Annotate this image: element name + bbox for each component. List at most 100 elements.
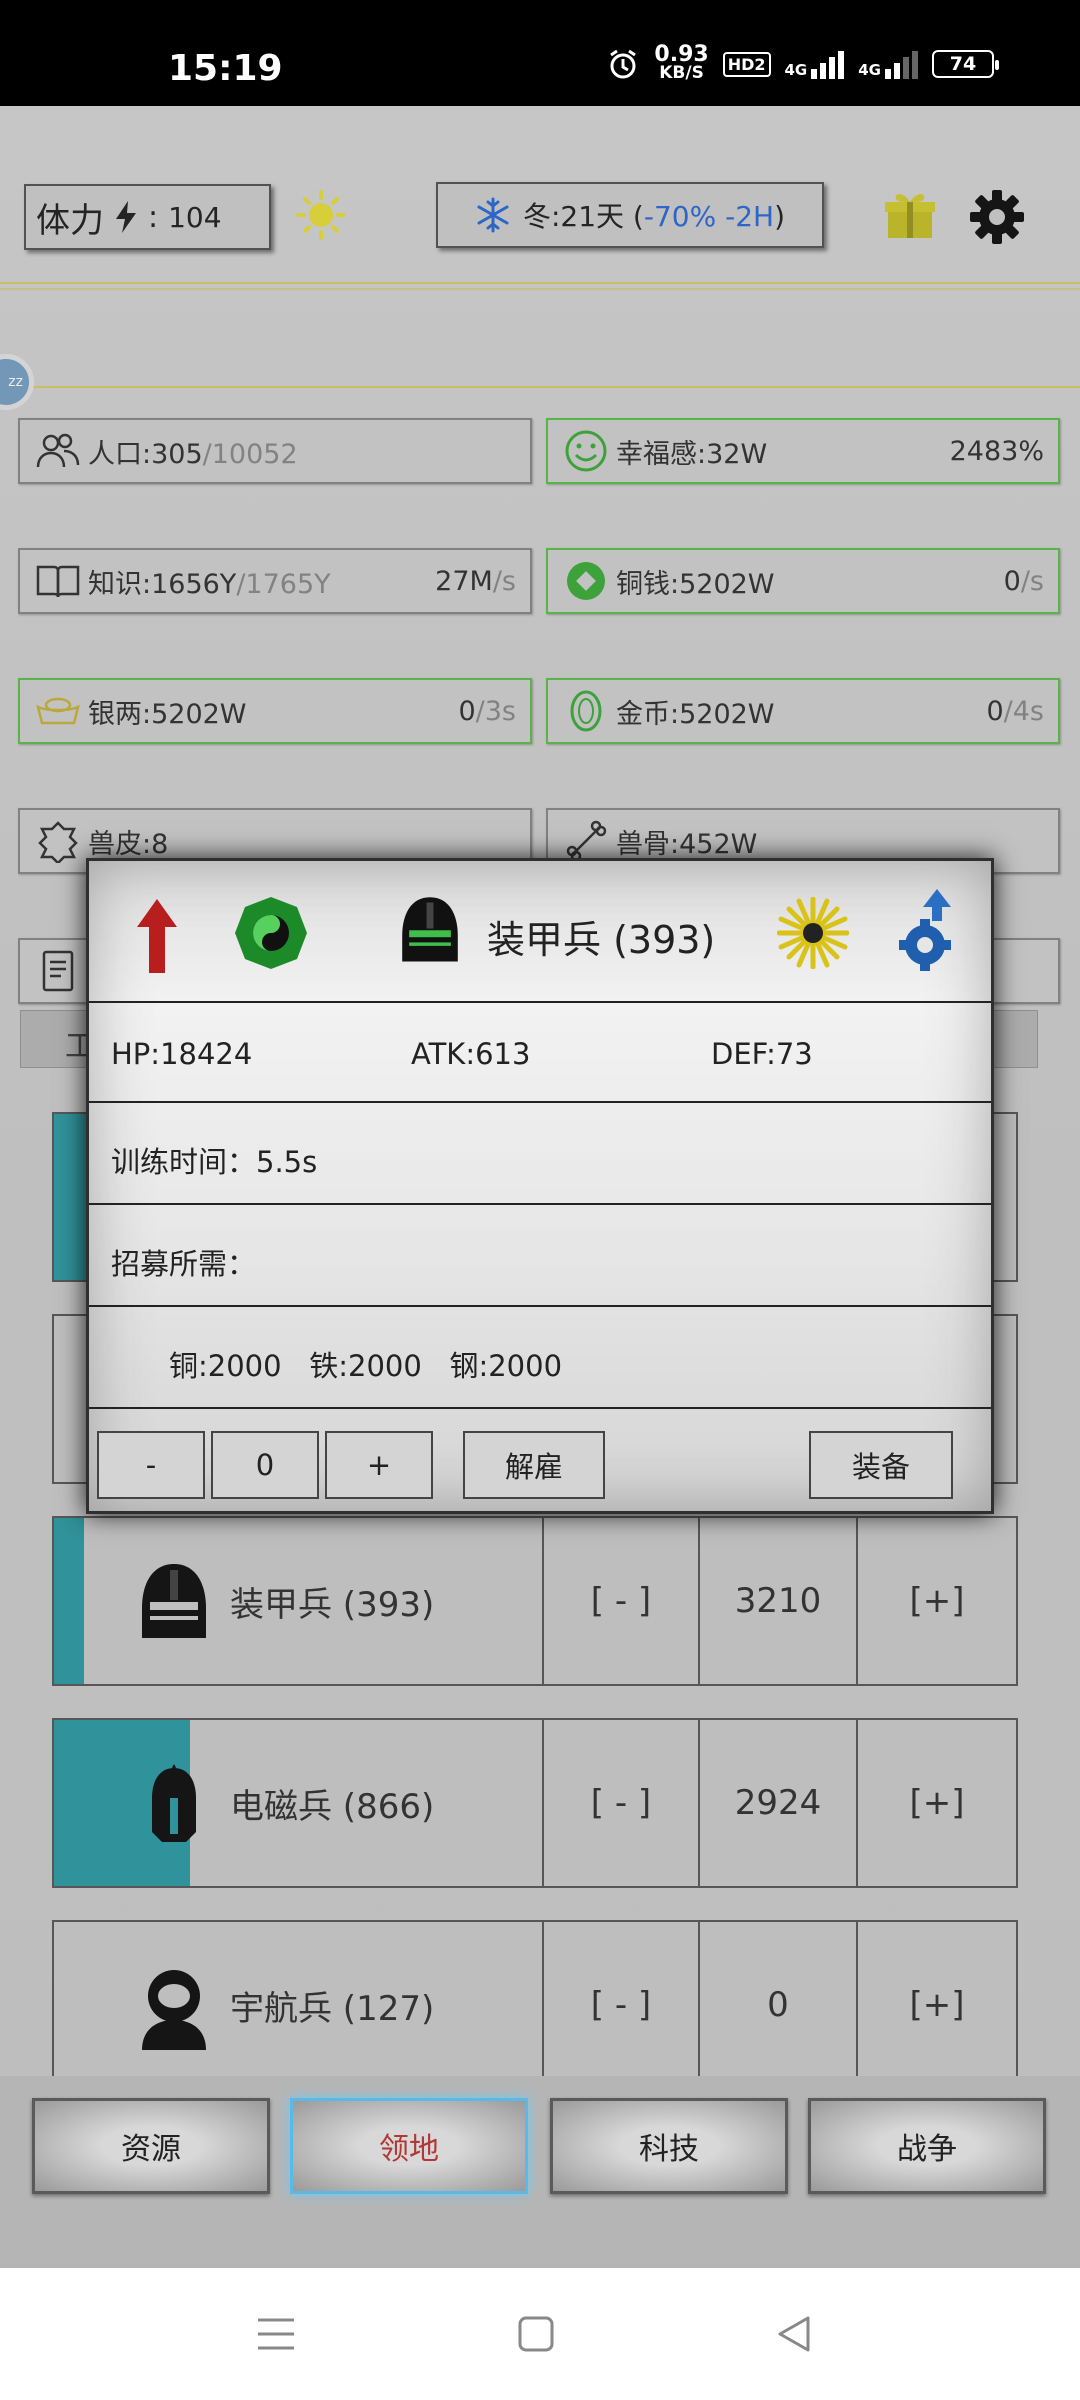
increase-button[interactable]: [+] [856, 1718, 1018, 1888]
resource-book[interactable]: 知识:1656Y/1765Y 27M/s [18, 548, 532, 614]
quantity-plus-button[interactable]: + [325, 1431, 433, 1499]
bagua-icon[interactable] [233, 895, 309, 971]
unit-detail-modal: 装甲兵 (393) HP:18424 ATK:613 DEF:73 训练时间：5… [86, 858, 994, 1514]
recruit-req-row: 招募所需： [89, 1207, 991, 1307]
astronaut-icon [142, 1970, 206, 2050]
quantity-input[interactable]: 0 [211, 1431, 319, 1499]
resource-gold-coin[interactable]: 金币:5202W 0/4s [546, 678, 1060, 744]
status-icons: 0.93 KB/S HD2 4G 4G 74 [606, 42, 999, 83]
signal-icon-2: 4G [858, 49, 918, 79]
divider [0, 288, 1080, 290]
resource-copper-coin[interactable]: 铜钱:5202W 0/s [546, 548, 1060, 614]
train-time: 训练时间：5.5s [111, 1145, 318, 1179]
decrease-button[interactable]: [ - ] [542, 1718, 700, 1888]
nav-territory[interactable]: 领地 [290, 2098, 528, 2194]
unit-name-cell[interactable]: 电磁兵 (866) [52, 1718, 544, 1888]
resource-label: 金币:5202W [616, 698, 775, 730]
recruit-req-label: 招募所需： [111, 1247, 257, 1281]
unit-row: 宇航兵 (127) [ - ] 0 [+] [52, 1920, 1018, 2090]
unit-row: 电磁兵 (866) [ - ] 2924 [+] [52, 1718, 1018, 1888]
equip-button[interactable]: 装备 [809, 1431, 953, 1499]
battery-icon: 74 [932, 50, 999, 78]
season-text: 冬:21天 (-70% -2H) [522, 200, 786, 233]
menu-icon[interactable] [256, 2314, 296, 2354]
unit-row: 装甲兵 (393) [ - ] 3210 [+] [52, 1516, 1018, 1686]
resource-label: 铜钱:5202W [616, 568, 775, 600]
stamina-label: 体力 [36, 200, 104, 241]
hd-icon: HD2 [722, 51, 771, 77]
radiant-burst-icon[interactable] [777, 897, 849, 969]
alarm-icon [610, 49, 637, 79]
unit-count: 3210 [698, 1516, 858, 1686]
cost-row: 铜:2000 铁:2000 钢:2000 [89, 1309, 991, 1409]
armored-helmet-icon [142, 1564, 206, 1638]
def-stat: DEF:73 [711, 1037, 813, 1071]
resource-rate: 2483% [949, 435, 1044, 467]
divider [0, 386, 1080, 388]
resource-rate: 27M/s [435, 565, 516, 597]
resource-label: 知识:1656Y/1765Y [88, 568, 331, 600]
settings-gear-icon[interactable] [968, 188, 1026, 246]
gold-coin-icon [562, 687, 610, 735]
resource-label: 兽骨:452W [616, 828, 758, 860]
hide-icon [34, 817, 82, 865]
nav-resources[interactable]: 资源 [32, 2098, 270, 2194]
nav-war[interactable]: 战争 [808, 2098, 1046, 2194]
lightning-icon [116, 201, 136, 233]
resource-label: 幸福感:32W [616, 438, 768, 470]
decrease-button[interactable]: [ - ] [542, 1516, 700, 1686]
hp-stat: HP:18424 [111, 1037, 253, 1071]
copper-coin-icon [562, 557, 610, 605]
clock: 15:19 [168, 48, 283, 89]
unit-count: 0 [698, 1920, 858, 2090]
season-box[interactable]: 冬:21天 (-70% -2H) [436, 182, 824, 248]
unit-name-cell[interactable]: 宇航兵 (127) [52, 1920, 544, 2090]
home-icon[interactable] [516, 2314, 556, 2354]
book-icon [34, 557, 82, 605]
nav-tech[interactable]: 科技 [550, 2098, 788, 2194]
people-icon [34, 427, 82, 475]
stamina-sep: : [148, 199, 159, 235]
resource-label: 兽皮:8 [88, 828, 169, 860]
modal-header: 装甲兵 (393) [89, 861, 991, 1003]
increase-button[interactable]: [+] [856, 1516, 1018, 1686]
gear-upgrade-icon[interactable] [897, 889, 961, 971]
resource-rate: 0/4s [986, 695, 1044, 727]
quantity-minus-button[interactable]: - [97, 1431, 205, 1499]
unit-count: 2924 [698, 1718, 858, 1888]
resource-smile[interactable]: 幸福感:32W 2483% [546, 418, 1060, 484]
snowflake-icon [477, 197, 509, 233]
system-nav-bar [0, 2268, 1080, 2400]
silver-ingot-icon [34, 687, 82, 735]
dismiss-button[interactable]: 解雇 [463, 1431, 605, 1499]
back-icon[interactable] [774, 2314, 814, 2354]
status-bar: 15:19 0.93 KB/S HD2 4G 4G 74 [0, 0, 1080, 106]
bottom-nav: 资源 领地 科技 战争 [0, 2076, 1080, 2268]
train-time-row: 训练时间：5.5s [89, 1105, 991, 1205]
recruit-cost: 铜:2000 铁:2000 钢:2000 [169, 1349, 563, 1383]
stamina-box: 体力 : 104 [24, 184, 271, 250]
signal-icon: 4G [785, 49, 845, 79]
resource-label: 银两:5202W [88, 698, 247, 730]
side-badge[interactable]: zz [0, 354, 34, 410]
sun-icon[interactable] [296, 190, 346, 240]
deed-icon [34, 947, 82, 995]
armored-helmet-icon [402, 897, 458, 962]
stamina-value: 104 [168, 200, 222, 234]
resource-rate: 0/3s [458, 695, 516, 727]
spartan-helmet-icon [152, 1764, 196, 1842]
gift-icon[interactable] [882, 186, 938, 242]
unit-name-cell[interactable]: 装甲兵 (393) [52, 1516, 544, 1686]
upgrade-arrow-icon[interactable] [135, 897, 179, 975]
resource-silver-ingot[interactable]: 银两:5202W 0/3s [18, 678, 532, 744]
resource-people[interactable]: 人口:305/10052 [18, 418, 532, 484]
resource-label: 人口:305/10052 [88, 438, 298, 470]
increase-button[interactable]: [+] [856, 1920, 1018, 2090]
decrease-button[interactable]: [ - ] [542, 1920, 700, 2090]
net-speed: 0.93 KB/S [654, 42, 709, 83]
stats-row: HP:18424 ATK:613 DEF:73 [89, 1003, 991, 1103]
divider [0, 282, 1080, 284]
resource-rate: 0/s [1003, 565, 1044, 597]
modal-title: 装甲兵 (393) [487, 918, 716, 962]
atk-stat: ATK:613 [411, 1037, 531, 1071]
